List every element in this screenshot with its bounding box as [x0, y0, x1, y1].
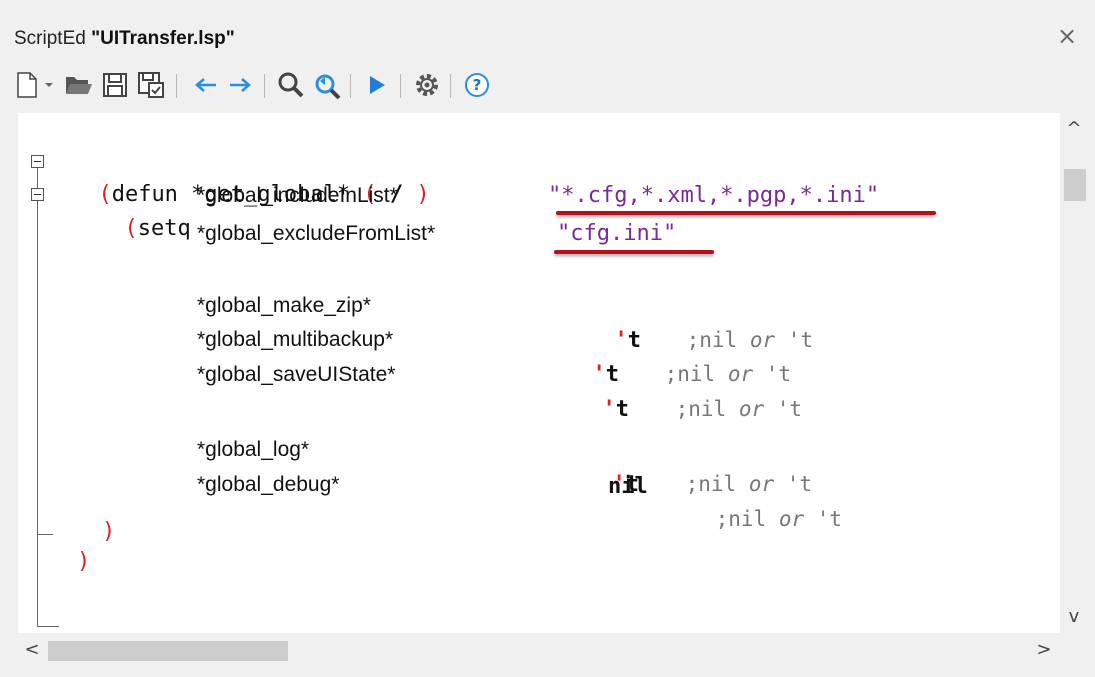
- var-make-zip: *global_make_zip*: [197, 294, 371, 317]
- save-icon[interactable]: [98, 68, 132, 102]
- scroll-left-icon[interactable]: <: [18, 635, 46, 665]
- run-icon[interactable]: [360, 68, 394, 102]
- string-include-list: "*.cfg,*.xml,*.pgp,*.ini": [548, 183, 880, 208]
- comment-save-ui-state: ;nil or 't: [675, 397, 803, 421]
- dropdown-icon[interactable]: [40, 68, 58, 102]
- fold-gutter: [18, 113, 70, 633]
- code-line-2: (setq: [124, 216, 191, 241]
- comment-make-zip: ;nil or 't: [686, 328, 814, 352]
- app-name: ScriptEd: [14, 28, 86, 49]
- new-file-icon[interactable]: [10, 68, 44, 102]
- close-paren-setq: ): [102, 519, 116, 544]
- window-title: ScriptEd "UITransfer.lsp": [14, 28, 235, 50]
- comment-log: ;nil or 't: [685, 472, 813, 496]
- horizontal-scrollbar[interactable]: < >: [18, 635, 1060, 665]
- scroll-down-icon[interactable]: v: [1060, 603, 1088, 631]
- scroll-right-icon[interactable]: >: [1030, 635, 1058, 665]
- var-exclude-from-list: *global_excludeFromList*: [197, 222, 436, 245]
- vertical-scrollbar[interactable]: ^ v: [1060, 113, 1088, 633]
- value-log: 't: [612, 472, 639, 497]
- close-icon[interactable]: ×: [1053, 22, 1081, 50]
- var-save-ui-state: *global_saveUIState*: [197, 363, 396, 386]
- var-log: *global_log*: [197, 438, 310, 461]
- back-arrow-icon[interactable]: [188, 68, 222, 102]
- help-glyph: ?: [473, 76, 482, 94]
- underline-include-list: [556, 211, 936, 215]
- save-all-icon[interactable]: [134, 68, 168, 102]
- value-make-zip: 't: [614, 328, 641, 353]
- var-multibackup: *global_multibackup*: [197, 328, 394, 351]
- var-debug: *global_debug*: [197, 473, 340, 496]
- fold-toggle-setq-icon[interactable]: [31, 188, 44, 201]
- replace-icon[interactable]: [310, 68, 344, 102]
- help-icon[interactable]: ?: [460, 68, 494, 102]
- code-line-1: (defun *get_global* ( / ): [98, 182, 430, 207]
- toolbar: ?: [10, 64, 1085, 108]
- comment-multibackup: ;nil or 't: [664, 362, 792, 386]
- fold-toggle-defun-icon[interactable]: [31, 155, 44, 168]
- file-name: "UITransfer.lsp": [91, 28, 235, 49]
- open-folder-icon[interactable]: [62, 68, 96, 102]
- close-paren-defun: ): [77, 549, 91, 574]
- var-include-in-list: *global_includeInList*: [197, 184, 398, 207]
- find-icon[interactable]: [274, 68, 308, 102]
- string-exclude-list: "cfg.ini": [557, 221, 677, 246]
- forward-arrow-icon[interactable]: [224, 68, 258, 102]
- value-debug: nil: [608, 474, 648, 499]
- underline-exclude-list: [554, 250, 714, 254]
- comment-debug: ;nil or 't: [715, 507, 843, 531]
- value-multibackup: 't: [592, 362, 619, 387]
- value-save-ui-state: 't: [602, 397, 629, 422]
- scripted-window: ScriptEd "UITransfer.lsp" × ? (defun *ge…: [0, 0, 1095, 677]
- horizontal-scroll-thumb[interactable]: [48, 641, 288, 661]
- settings-icon[interactable]: [410, 68, 444, 102]
- vertical-scroll-thumb[interactable]: [1064, 169, 1086, 201]
- scroll-up-icon[interactable]: ^: [1060, 115, 1088, 143]
